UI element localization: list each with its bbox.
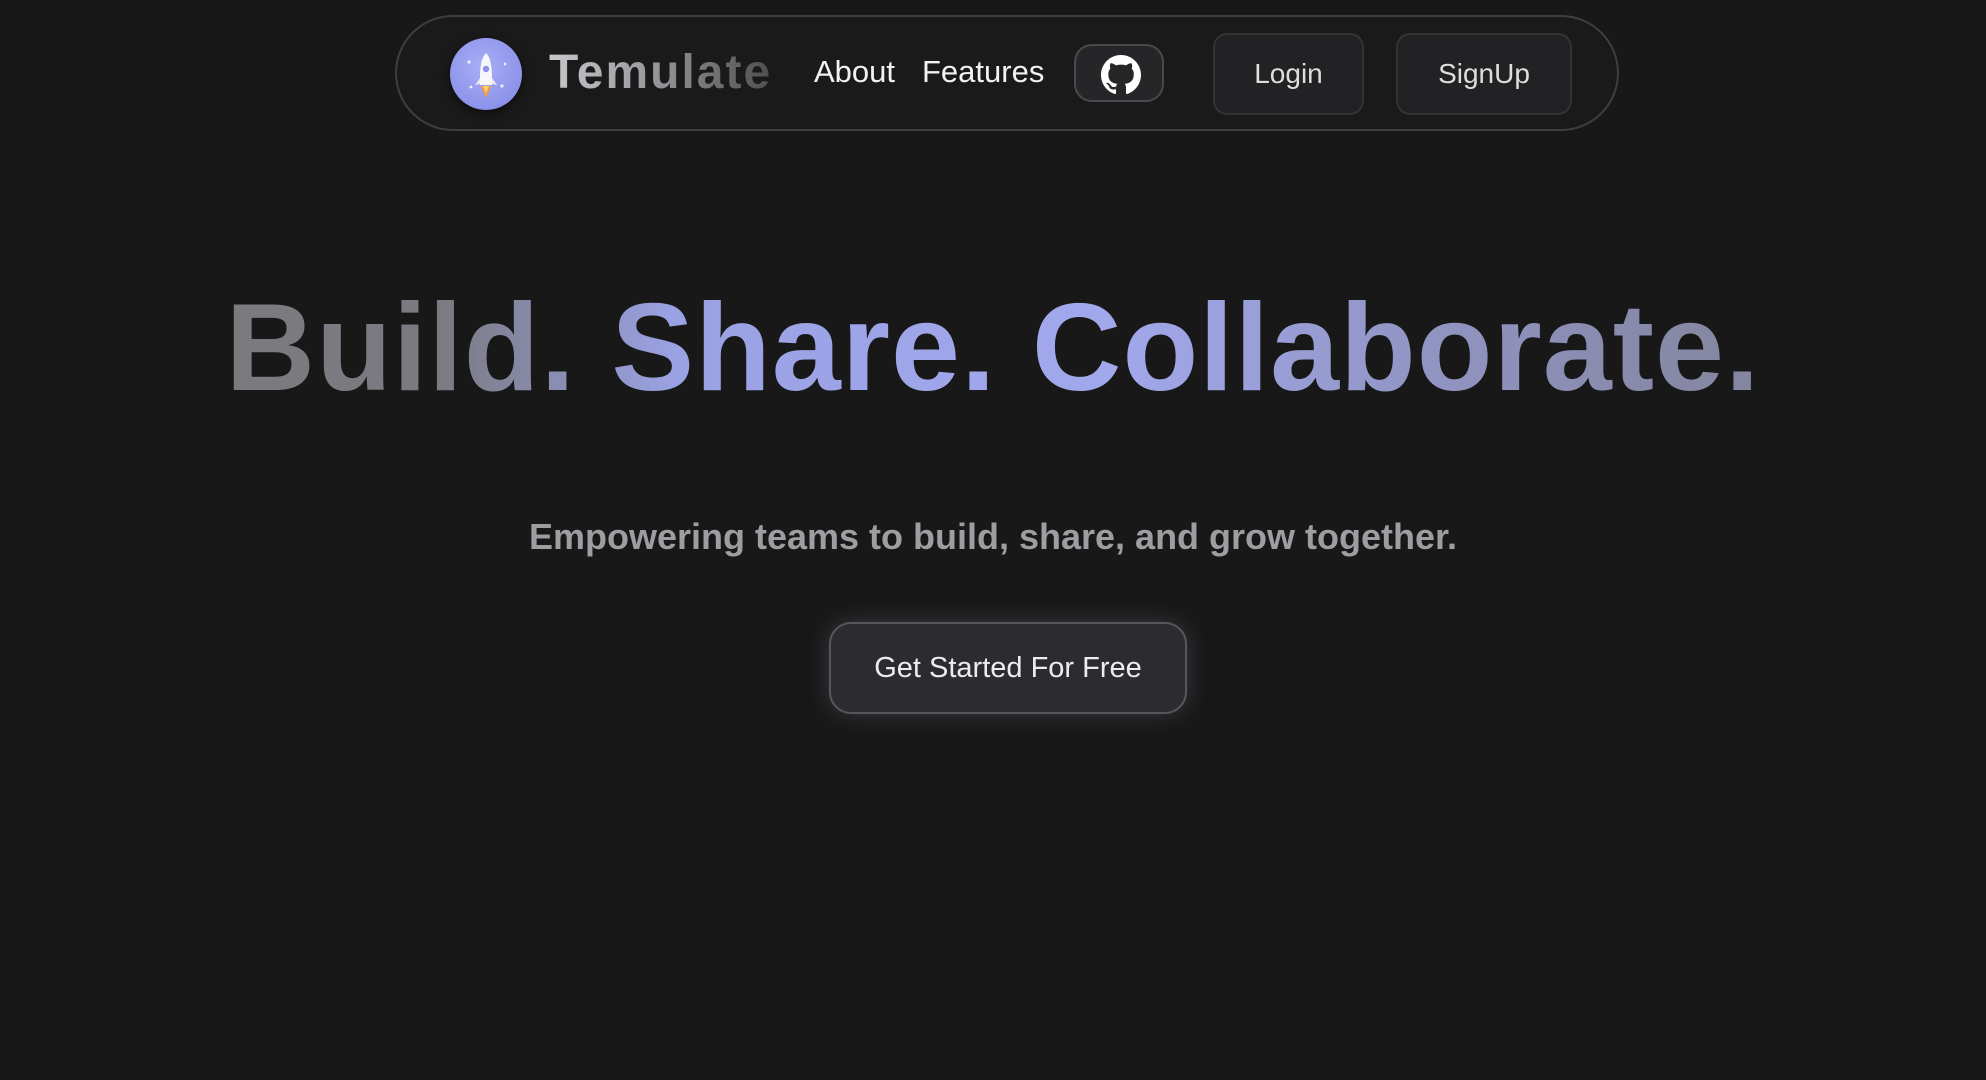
get-started-button[interactable]: Get Started For Free <box>829 622 1187 714</box>
github-button[interactable] <box>1074 44 1164 102</box>
hero-title: Build. Share. Collaborate. <box>0 280 1986 417</box>
landing-page: Temulate About Features Login SignUp Bui… <box>0 0 1986 1080</box>
login-button[interactable]: Login <box>1213 33 1364 115</box>
top-navbar: Temulate About Features Login SignUp <box>395 15 1619 131</box>
brand-name[interactable]: Temulate <box>549 49 772 97</box>
nav-link-features[interactable]: Features <box>922 54 1044 90</box>
signup-button[interactable]: SignUp <box>1396 33 1572 115</box>
github-icon <box>1101 55 1141 95</box>
hero-subtitle: Empowering teams to build, share, and gr… <box>528 516 1458 557</box>
nav-link-about[interactable]: About <box>814 54 895 90</box>
rocket-icon[interactable] <box>450 38 522 110</box>
